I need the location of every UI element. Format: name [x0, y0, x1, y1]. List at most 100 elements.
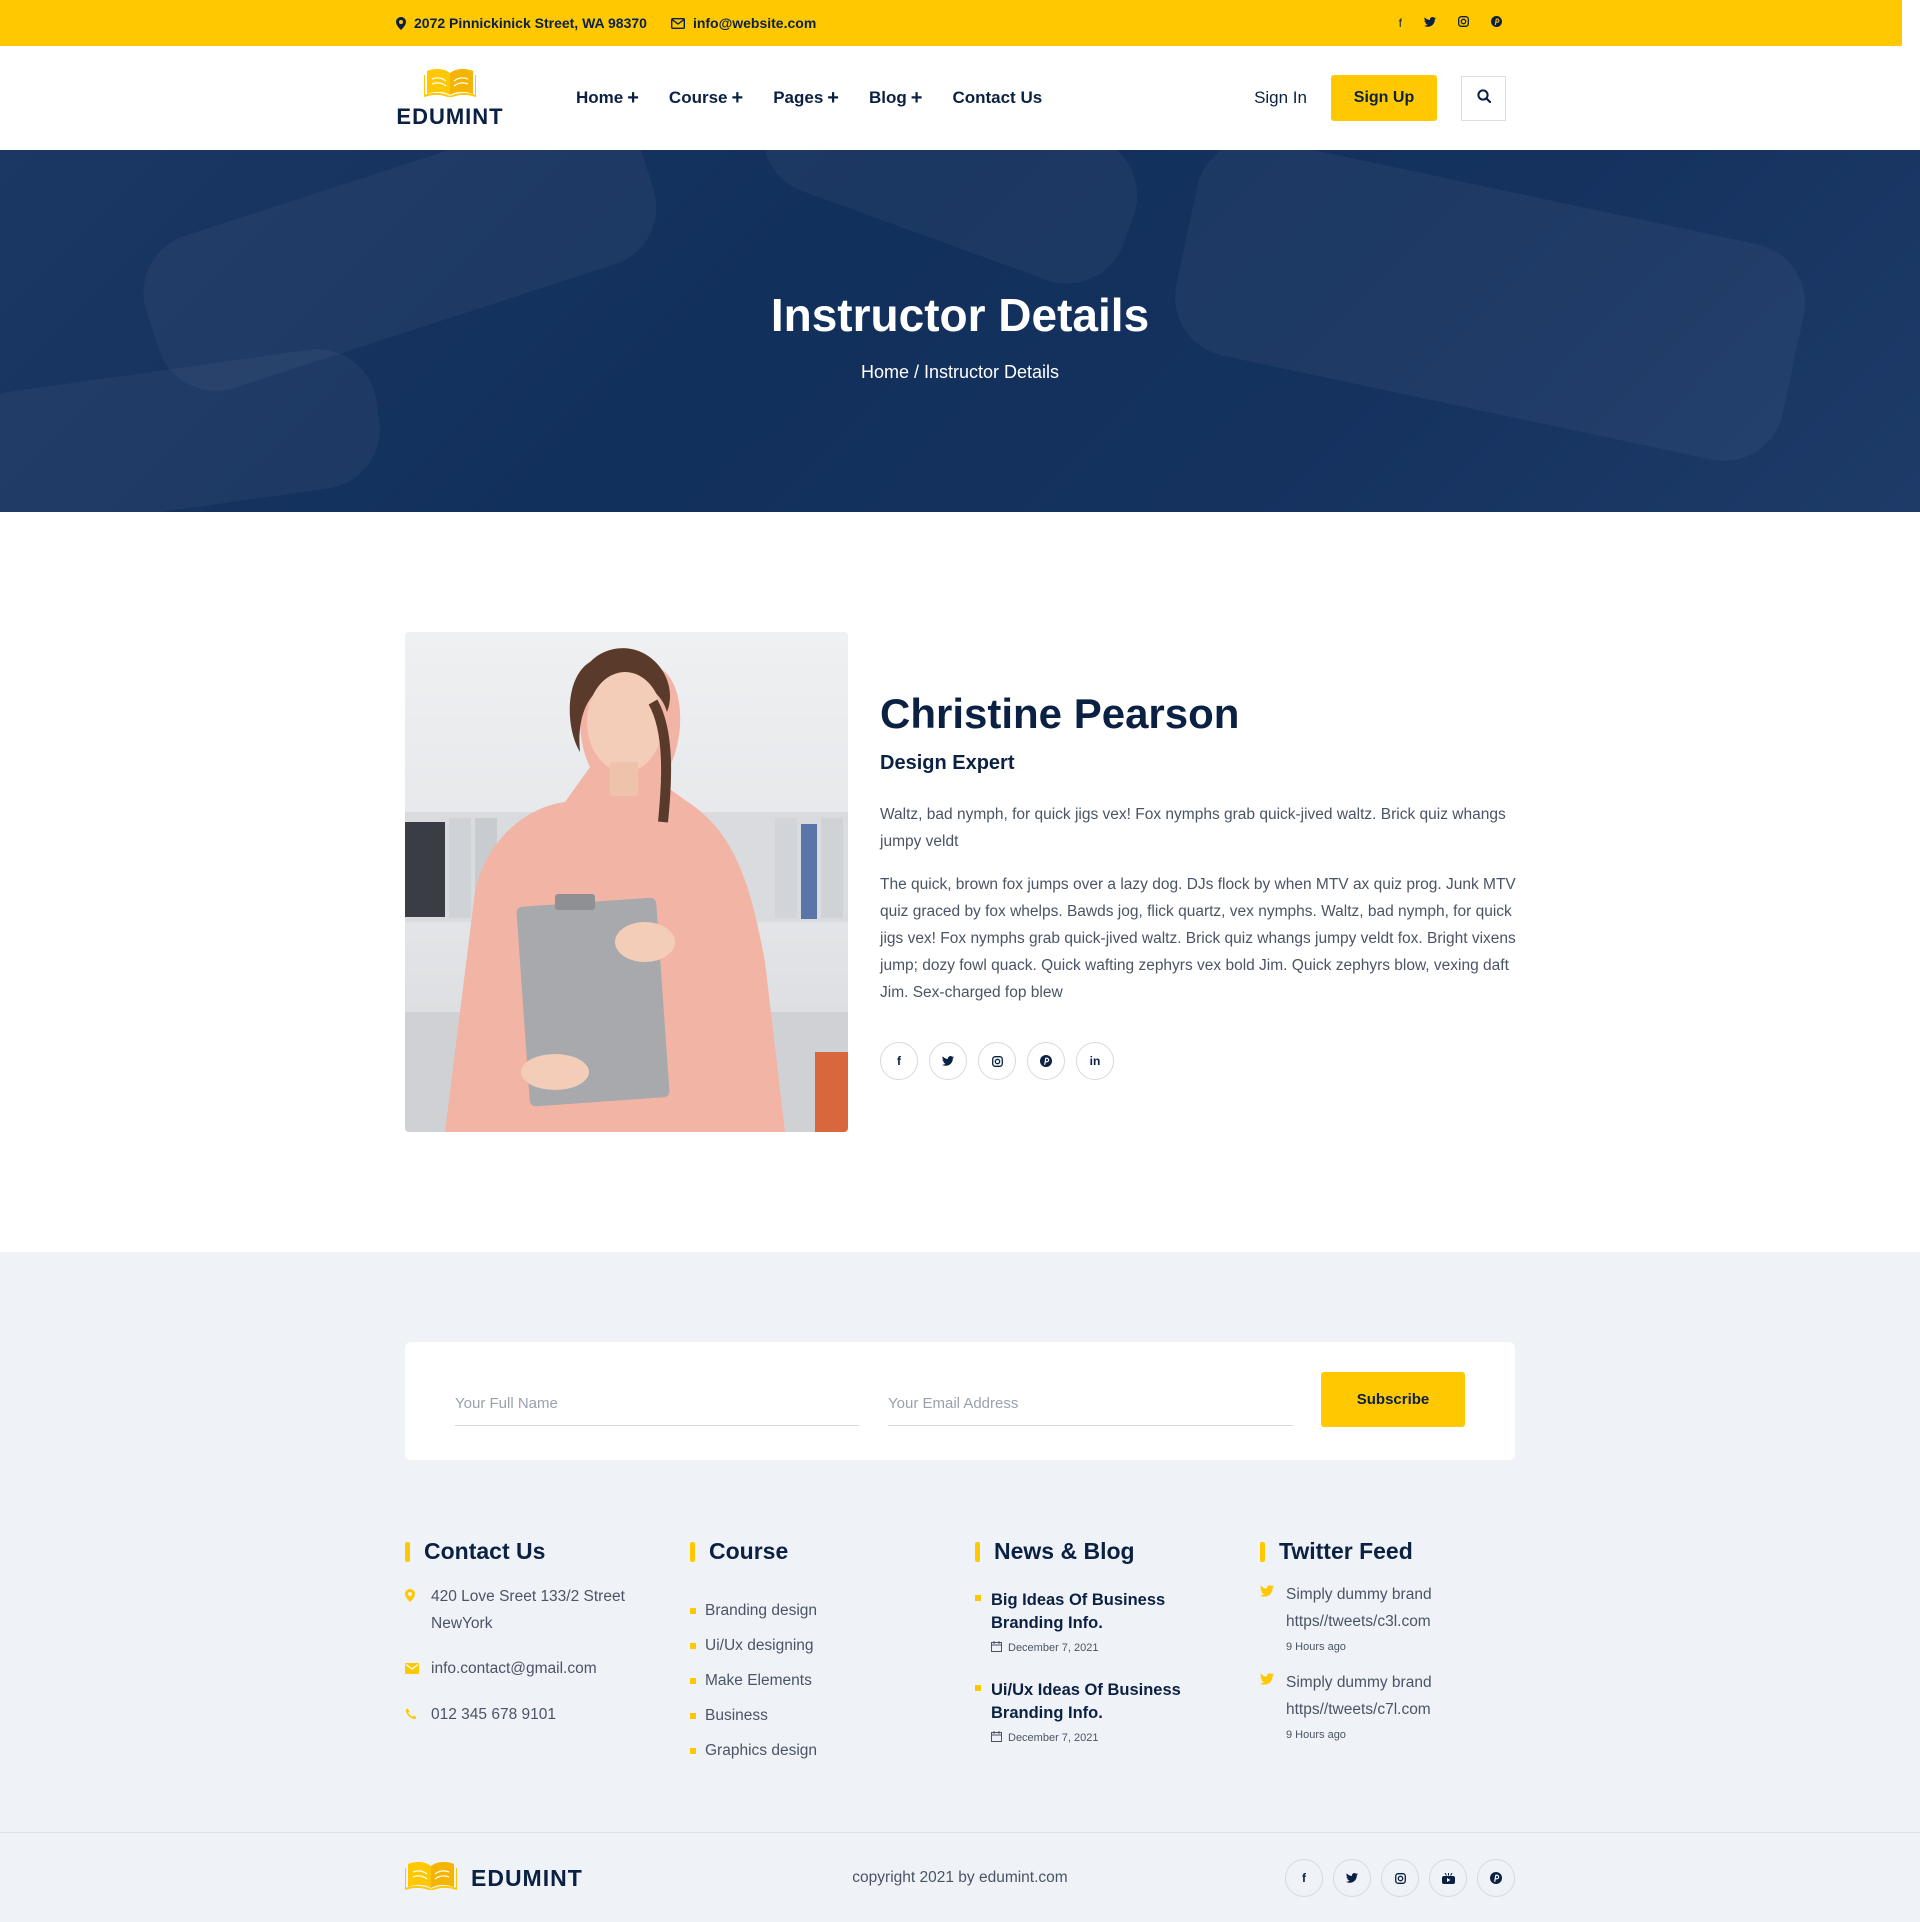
title-bar [1260, 1541, 1265, 1562]
footer-course-heading: Course [709, 1538, 789, 1564]
pinterest-icon[interactable] [1491, 16, 1502, 30]
subscribe-form: Subscribe [405, 1342, 1515, 1460]
twitter-icon [1260, 1672, 1274, 1688]
site-footer: Subscribe Contact Us 420 Love Sreet 133/… [0, 1252, 1920, 1922]
course-link[interactable]: Graphics design [690, 1733, 930, 1768]
nav-label: Pages [773, 88, 824, 107]
nav-label: Home [576, 88, 624, 107]
instagram-icon[interactable] [1381, 1859, 1419, 1897]
footer-contact: Contact Us 420 Love Sreet 133/2 Street Ne… [405, 1538, 665, 1729]
page-hero: Instructor Details Home / Instructor Det… [0, 150, 1920, 512]
plus-icon: + [731, 87, 744, 109]
tweet-link[interactable]: https//tweets/c7l.com [1286, 1696, 1515, 1723]
footer-course-title: Course [690, 1538, 930, 1565]
news-title[interactable]: Ui/Ux Ideas Of Business Branding Info. [991, 1679, 1215, 1725]
nav-course[interactable]: Course + [669, 88, 743, 108]
news-item: Big Ideas Of Business Branding Info. Dec… [975, 1589, 1215, 1655]
news-date-text: December 7, 2021 [1008, 1642, 1099, 1654]
tweet-text: Simply dummy brand [1286, 1586, 1432, 1603]
youtube-icon[interactable] [1429, 1859, 1467, 1897]
instructor-social: f in [880, 1042, 1520, 1080]
topbar-contact: 2072 Pinnickinick Street, WA 98370 info@… [396, 15, 816, 31]
facebook-icon[interactable]: f [1399, 16, 1402, 30]
plus-icon: + [627, 87, 639, 109]
map-pin-icon [396, 16, 406, 30]
phone-icon [405, 1701, 419, 1729]
breadcrumb-home[interactable]: Home [861, 362, 909, 382]
footer-email[interactable]: info.contact@gmail.com [405, 1655, 665, 1683]
nav-label: Blog [868, 88, 907, 107]
footer-news-title: News & Blog [975, 1538, 1215, 1565]
footer-phone-text[interactable]: 012 345 678 9101 [431, 1701, 556, 1729]
pinterest-icon[interactable] [1477, 1859, 1515, 1897]
breadcrumb: Home / Instructor Details [0, 362, 1920, 383]
course-link-label: Branding design [705, 1601, 818, 1619]
nav-pages[interactable]: Pages + [773, 88, 839, 108]
full-name-input[interactable] [455, 1382, 859, 1426]
twitter-icon[interactable] [1424, 16, 1436, 30]
course-link[interactable]: Branding design [690, 1593, 930, 1628]
search-button[interactable] [1461, 75, 1506, 121]
course-link[interactable]: Business [690, 1698, 930, 1733]
bullet-icon [690, 1677, 696, 1684]
footer-twitter-heading: Twitter Feed [1279, 1538, 1413, 1564]
tweet-item: Simply dummy brand https//tweets/c3l.com… [1260, 1581, 1515, 1653]
footer-news-heading: News & Blog [994, 1538, 1135, 1564]
footer-address: 420 Love Sreet 133/2 Street NewYork [405, 1583, 665, 1637]
instagram-icon[interactable] [978, 1042, 1016, 1080]
email-input[interactable] [888, 1382, 1293, 1426]
calendar-icon [991, 1641, 1002, 1655]
site-logo[interactable]: EDUMINT [396, 67, 504, 130]
course-link[interactable]: Make Elements [690, 1663, 930, 1698]
top-bar: 2072 Pinnickinick Street, WA 98370 info@… [0, 0, 1902, 46]
sign-in-link[interactable]: Sign In [1254, 88, 1307, 108]
instructor-section: Christine Pearson Design Expert Waltz, b… [405, 632, 1516, 1132]
topbar-address-text: 2072 Pinnickinick Street, WA 98370 [414, 15, 647, 31]
linkedin-icon[interactable]: in [1076, 1042, 1114, 1080]
breadcrumb-current: Instructor Details [923, 362, 1060, 382]
plus-icon: + [910, 87, 923, 109]
hero-bg-shape [745, 150, 1155, 301]
footer-contact-heading: Contact Us [424, 1538, 546, 1564]
course-link[interactable]: Ui/Ux designing [690, 1628, 930, 1663]
news-date: December 7, 2021 [991, 1731, 1215, 1745]
footer-bottom: EDUMINT copyright 2021 by edumint.com f [0, 1832, 1920, 1922]
news-item: Ui/Ux Ideas Of Business Branding Info. D… [975, 1679, 1215, 1745]
search-icon [1476, 88, 1491, 108]
title-bar [690, 1541, 695, 1562]
subscribe-button[interactable]: Subscribe [1321, 1372, 1465, 1427]
main-nav: Home + Course + Pages + Blog + Contact Us [576, 88, 1042, 108]
header-actions: Sign In Sign Up [1254, 75, 1506, 121]
facebook-icon[interactable]: f [1285, 1859, 1323, 1897]
footer-email-text[interactable]: info.contact@gmail.com [431, 1655, 597, 1683]
topbar-email[interactable]: info@website.com [670, 15, 816, 31]
tweet-time: 9 Hours ago [1286, 1729, 1346, 1741]
instructor-role: Design Expert [880, 752, 1015, 774]
nav-label: Contact Us [952, 88, 1043, 107]
instructor-info: Christine Pearson Design Expert Waltz, b… [880, 690, 1520, 1080]
twitter-icon[interactable] [929, 1042, 967, 1080]
breadcrumb-separator: / [908, 362, 924, 382]
facebook-icon[interactable]: f [880, 1042, 918, 1080]
sign-up-button[interactable]: Sign Up [1331, 75, 1437, 121]
nav-contact[interactable]: Contact Us [952, 88, 1042, 108]
nav-blog[interactable]: Blog + [869, 88, 922, 108]
footer-twitter-title: Twitter Feed [1260, 1538, 1515, 1565]
topbar-address: 2072 Pinnickinick Street, WA 98370 [396, 15, 647, 31]
tweet-link[interactable]: https//tweets/c3l.com [1286, 1608, 1515, 1635]
topbar-email-text[interactable]: info@website.com [693, 15, 816, 31]
tweet-item: Simply dummy brand https//tweets/c7l.com… [1260, 1669, 1515, 1741]
envelope-icon [405, 1655, 419, 1683]
footer-address-line: NewYork [431, 1615, 493, 1632]
twitter-icon[interactable] [1333, 1859, 1371, 1897]
title-bar [405, 1541, 410, 1562]
news-title[interactable]: Big Ideas Of Business Branding Info. [991, 1589, 1215, 1635]
pinterest-icon[interactable] [1027, 1042, 1065, 1080]
calendar-icon [991, 1731, 1002, 1745]
instructor-bio: Waltz, bad nymph, for quick jigs vex! Fo… [880, 806, 1506, 850]
bullet-icon [690, 1747, 696, 1754]
nav-home[interactable]: Home + [576, 88, 639, 108]
footer-phone[interactable]: 012 345 678 9101 [405, 1701, 665, 1729]
bullet-icon [690, 1712, 696, 1719]
instagram-icon[interactable] [1458, 16, 1469, 30]
